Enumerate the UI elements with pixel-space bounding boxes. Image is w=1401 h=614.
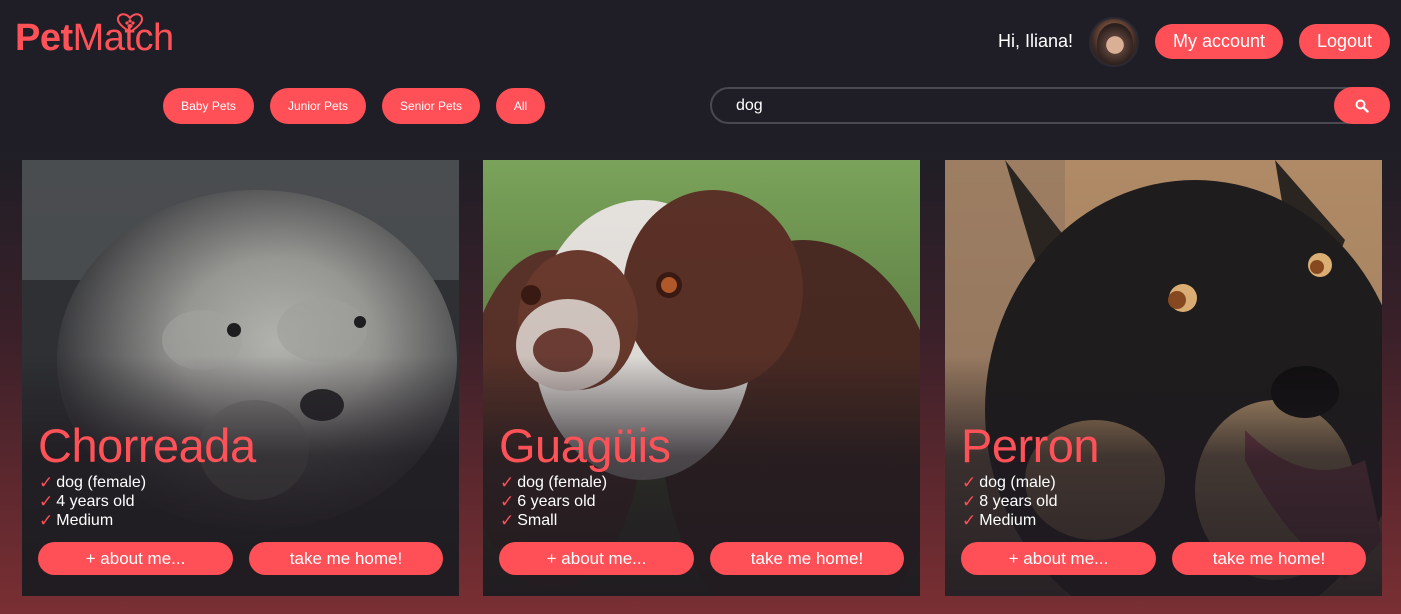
- fact-age: ✓ 6 years old: [500, 492, 596, 511]
- take-me-home-button[interactable]: take me home!: [710, 542, 904, 575]
- user-avatar[interactable]: [1089, 17, 1139, 67]
- pet-name: Perron: [961, 419, 1100, 472]
- user-greeting: Hi, Iliana!: [998, 31, 1074, 51]
- filter-senior-pets[interactable]: Senior Pets: [382, 88, 480, 124]
- fact-species: ✓ dog (female): [39, 473, 147, 492]
- about-me-button[interactable]: + about me...: [499, 542, 694, 575]
- pet-name: Guagüis: [499, 419, 671, 472]
- filter-junior-pets[interactable]: Junior Pets: [270, 88, 366, 124]
- search-icon: [1355, 99, 1369, 113]
- fact-age: ✓ 4 years old: [39, 492, 135, 511]
- check-icon: ✓: [962, 511, 977, 530]
- fact-size: ✓ Small: [500, 511, 558, 530]
- check-icon: ✓: [500, 492, 515, 511]
- fact-size: ✓ Medium: [39, 511, 114, 530]
- my-account-button[interactable]: My account: [1155, 24, 1283, 59]
- fact-size: ✓ Medium: [962, 511, 1037, 530]
- logo-text-pet: Pet: [15, 16, 73, 59]
- pet-facts: ✓ dog (male) ✓ 8 years old ✓ Medium: [962, 473, 1058, 530]
- filter-all[interactable]: All: [496, 88, 545, 124]
- check-icon: ✓: [962, 473, 977, 492]
- check-icon: ✓: [962, 492, 977, 511]
- pet-facts: ✓ dog (female) ✓ 4 years old ✓ Medium: [39, 473, 146, 530]
- check-icon: ✓: [500, 473, 515, 492]
- pet-card: Perron ✓ dog (male) ✓ 8 years old ✓ Medium …: [945, 160, 1382, 596]
- pet-card: Chorreada ✓ dog (female) ✓ 4 years old ✓ Me…: [22, 160, 459, 596]
- take-me-home-button[interactable]: take me home!: [249, 542, 443, 575]
- check-icon: ✓: [39, 492, 54, 511]
- check-icon: ✓: [39, 511, 54, 530]
- paw-heart-icon: [116, 13, 144, 34]
- take-me-home-button[interactable]: take me home!: [1172, 542, 1366, 575]
- logout-button[interactable]: Logout: [1299, 24, 1390, 59]
- check-icon: ✓: [500, 511, 515, 530]
- pet-card: Guagüis ✓ dog (female) ✓ 6 years old ✓ Smal…: [483, 160, 920, 596]
- fact-species: ✓ dog (female): [500, 473, 608, 492]
- about-me-button[interactable]: + about me...: [38, 542, 233, 575]
- fact-age: ✓ 8 years old: [962, 492, 1058, 511]
- filter-baby-pets[interactable]: Baby Pets: [163, 88, 254, 124]
- search-bar: [710, 87, 1390, 124]
- about-me-button[interactable]: + about me...: [961, 542, 1156, 575]
- search-button[interactable]: [1334, 87, 1390, 124]
- search-input[interactable]: [736, 96, 1326, 116]
- pet-facts: ✓ dog (female) ✓ 6 years old ✓ Small: [500, 473, 607, 530]
- top-bar: Pet Match Hi, Iliana! My account Logout: [0, 0, 1401, 80]
- petmatch-logo[interactable]: Pet Match: [15, 13, 174, 60]
- fact-species: ✓ dog (male): [962, 473, 1056, 492]
- pet-name: Chorreada: [38, 419, 256, 472]
- check-icon: ✓: [39, 473, 54, 492]
